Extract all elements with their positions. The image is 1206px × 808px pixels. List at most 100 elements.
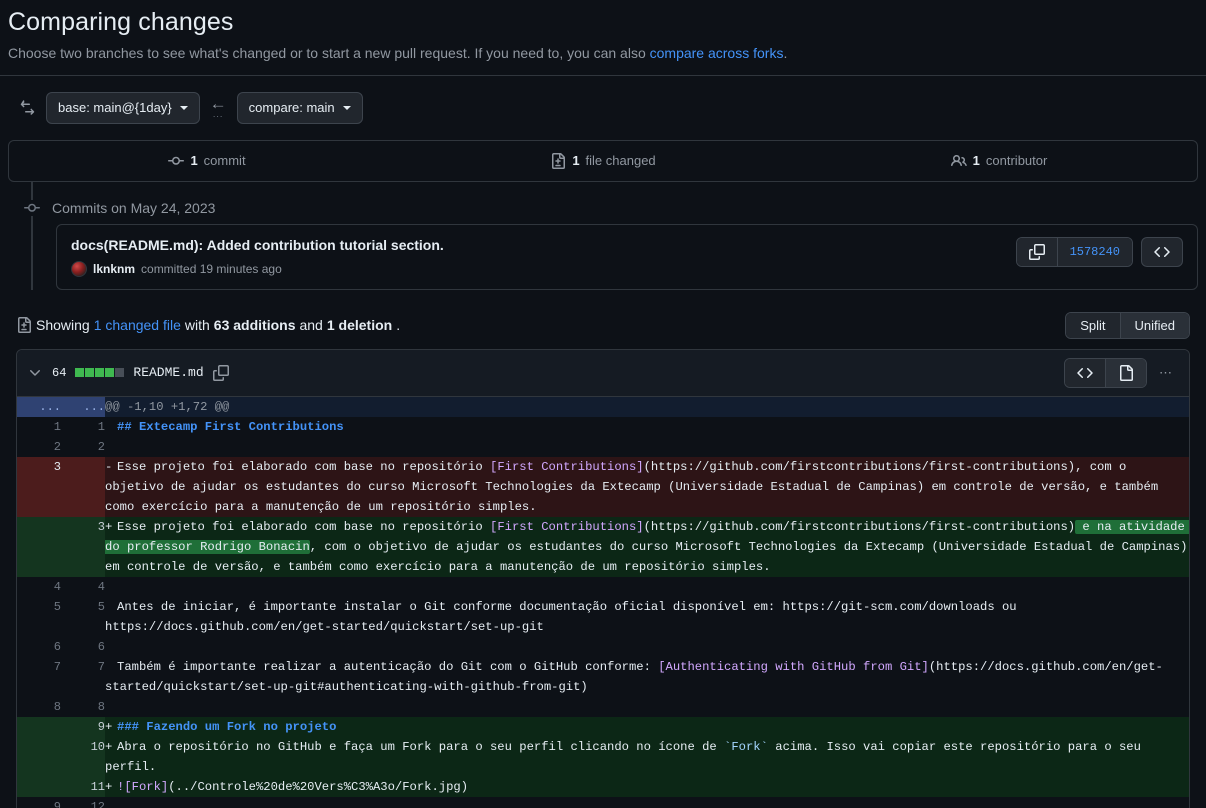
view-rendered-button[interactable]: [1105, 358, 1146, 387]
diff-file-header-left: 64 README.md: [27, 364, 229, 381]
diff-line-number-old[interactable]: 9: [17, 796, 61, 808]
chevron-down-icon: [342, 105, 351, 110]
showing-summary: Showing 1 changed file with 63 additions…: [16, 317, 400, 333]
changed-files-link[interactable]: 1 changed file: [94, 317, 181, 333]
file-diff-icon: [18, 317, 31, 333]
chevron-down-icon[interactable]: [27, 365, 43, 381]
diff-line-number-new[interactable]: 10: [61, 736, 105, 777]
file-icon: [1120, 364, 1133, 381]
split-view-button[interactable]: Split: [1066, 312, 1120, 338]
diff-line-number-old[interactable]: 3: [17, 456, 61, 517]
kebab-horizontal-icon[interactable]: ⋯: [1153, 365, 1179, 381]
view-source-button[interactable]: [1065, 358, 1105, 387]
arrow-left-icon: ←...: [209, 94, 227, 119]
diff-row-add: 10 + Abra o repositório no GitHub e faça u…: [17, 736, 1189, 777]
diff-stat-square-add: [75, 368, 85, 377]
diff-stat-square-neutral: [115, 368, 125, 377]
copy-path-icon[interactable]: [212, 364, 229, 381]
diff-file-readme: 64 README.md ⋯ ... ... @@ -1,10 +1,72 @@…: [16, 348, 1190, 808]
showing-period: .: [396, 317, 401, 333]
compare-branch-dropdown[interactable]: compare: main: [236, 91, 363, 124]
code-icon: [1154, 246, 1170, 257]
diff-line-number-new[interactable]: 8: [61, 696, 105, 717]
diff-line-marker: +: [105, 719, 113, 734]
diff-row-add: 3 + Esse projeto foi elaborado com base no…: [17, 516, 1189, 577]
showing-with: with: [184, 317, 210, 333]
diff-line-number-old[interactable]: 6: [17, 636, 61, 657]
commits-date-label: Commits on May 24, 2023: [52, 199, 216, 216]
diff-line-number-new[interactable]: 9: [61, 716, 105, 737]
diff-line-number-new[interactable]: 12: [61, 796, 105, 808]
page-title: Comparing changes: [8, 8, 234, 36]
comparison-stats-bar: 1 commit 1 file changed 1 contributor: [8, 139, 1198, 182]
diff-line-number-new[interactable]: 4: [61, 576, 105, 597]
diff-line-number-old[interactable]: 7: [17, 656, 61, 697]
diff-row-ctx: 66: [17, 636, 1189, 657]
diff-line-content: ## Extecamp First Contributions: [105, 416, 1189, 437]
stat-commits[interactable]: 1 commit: [9, 141, 405, 181]
diff-line-number-old[interactable]: [17, 516, 61, 577]
diff-line-content: [105, 436, 1189, 457]
diff-line-number-new[interactable]: 11: [61, 776, 105, 797]
unified-view-button[interactable]: Unified: [1119, 312, 1189, 338]
diff-text-link: [First Contributions]: [490, 519, 644, 534]
branch-picker-row: base: main@{1day} ←... compare: main: [8, 76, 1198, 140]
stat-files-changed[interactable]: 1 file changed: [405, 141, 801, 181]
commit-sha[interactable]: 1578240: [1056, 237, 1132, 266]
diff-line-number-new[interactable]: 6: [61, 636, 105, 657]
diff-line-number-old[interactable]: 5: [17, 596, 61, 637]
contributors-count: 1: [972, 153, 980, 168]
diff-line-number-old[interactable]: 1: [17, 416, 61, 437]
diff-line-number-old[interactable]: [17, 716, 61, 737]
file-name[interactable]: README.md: [133, 365, 203, 380]
diff-line-number-old[interactable]: 4: [17, 576, 61, 597]
diff-line-number-new[interactable]: [61, 456, 105, 517]
diff-stat-square-add: [105, 368, 115, 377]
commit-message[interactable]: docs(README.md): Added contribution tuto…: [71, 237, 444, 253]
commits-label: commit: [203, 153, 246, 168]
diff-line-number-new[interactable]: 1: [61, 416, 105, 437]
diff-text-plain: Esse projeto foi elaborado com base no r…: [117, 459, 490, 474]
diff-line-number-old[interactable]: 2: [17, 436, 61, 457]
diff-line-content: [105, 696, 1189, 717]
chevron-down-icon: [179, 105, 188, 110]
arrow-switch-icon[interactable]: [20, 99, 36, 116]
diff-rows: ...... @@ -1,10 +1,72 @@ 1 1 ## Extecamp Fir…: [17, 396, 1189, 808]
showing-row: Showing 1 changed file with 63 additions…: [16, 311, 1190, 339]
diff-line-number-old[interactable]: [17, 776, 61, 797]
diff-line-number-new[interactable]: 5: [61, 596, 105, 637]
compare-across-forks-link[interactable]: compare across forks: [650, 45, 784, 61]
diff-text-plain: Também é importante realizar a autentica…: [117, 659, 659, 674]
diff-line-content: [105, 796, 1189, 808]
base-branch-dropdown[interactable]: base: main@{1day}: [46, 91, 200, 124]
diff-file-header-right: ⋯: [1064, 357, 1179, 388]
diff-line-content: + Esse projeto foi elaborado com base no …: [105, 516, 1189, 577]
diff-line-number-new[interactable]: 3: [61, 516, 105, 577]
commits-count: 1: [190, 153, 198, 168]
diff-line-content: [105, 636, 1189, 657]
diff-line-number-old[interactable]: [17, 736, 61, 777]
diff-view-toggle: Split Unified: [1065, 311, 1190, 339]
diff-line-number-new[interactable]: ...: [61, 396, 105, 417]
diff-text-code: `Fork`: [724, 739, 768, 754]
diff-line-content: + ### Fazendo um Fork no projeto: [105, 716, 1189, 737]
diff-line-number-old[interactable]: ...: [17, 396, 61, 417]
diff-line-marker: +: [105, 779, 113, 794]
diff-text-link: [First Contributions]: [490, 459, 644, 474]
diff-line-number-old[interactable]: 8: [17, 696, 61, 717]
commit-author[interactable]: lknknm: [93, 262, 135, 276]
copy-icon: [1028, 243, 1045, 260]
diff-line-content: - Esse projeto foi elaborado com base no …: [105, 456, 1189, 517]
diff-line-number-new[interactable]: 7: [61, 656, 105, 697]
commit-info: docs(README.md): Added contribution tuto…: [71, 237, 444, 277]
diff-row-ctx: 7 7 Também é importante realizar a autenti…: [17, 656, 1189, 697]
diff-table: ...... @@ -1,10 +1,72 @@ 1 1 ## Extecamp Fir…: [17, 396, 1189, 808]
file-diff-icon: [552, 152, 566, 169]
additions-count: 63 additions: [213, 317, 296, 333]
diff-line-content: + ![Fork](../Controle%20de%20Vers%C3%A3o/…: [105, 776, 1189, 797]
stat-contributors[interactable]: 1 contributor: [801, 141, 1197, 181]
copy-sha-button[interactable]: [1016, 237, 1057, 266]
diff-line-number-new[interactable]: 2: [61, 436, 105, 457]
browse-repository-button[interactable]: [1141, 236, 1183, 267]
files-changed-count: 1: [572, 153, 580, 168]
